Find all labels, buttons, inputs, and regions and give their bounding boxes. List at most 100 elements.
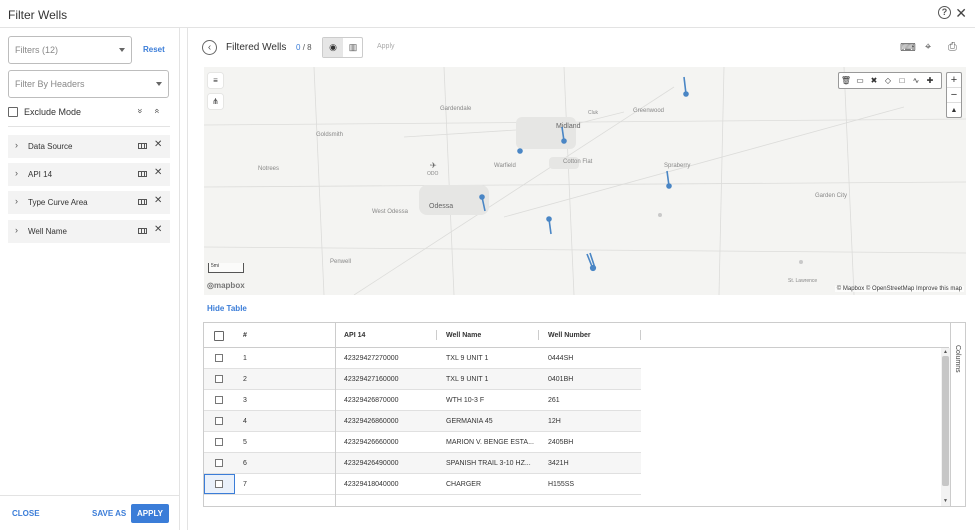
table-row[interactable]: 6 42329426490000 SPANISH TRAIL 3-10 HZ..… bbox=[204, 453, 641, 474]
table-row[interactable]: 3 42329426870000 WTH 10-3 F 261 bbox=[204, 390, 641, 411]
well-marker[interactable] bbox=[517, 148, 523, 154]
chart-icon[interactable]: ▥ bbox=[343, 38, 363, 57]
row-checkbox[interactable] bbox=[215, 438, 223, 446]
row-checkbox[interactable] bbox=[215, 480, 223, 488]
chevron-right-icon[interactable]: › bbox=[15, 196, 18, 206]
remove-icon[interactable]: ✕ bbox=[154, 195, 162, 206]
table-row[interactable]: 5 42329426660000 MARION V. BENGE ESTA...… bbox=[204, 432, 641, 453]
line-icon[interactable]: ∿ bbox=[909, 73, 923, 88]
close-button[interactable]: CLOSE bbox=[12, 509, 40, 518]
reset-button[interactable]: Reset bbox=[143, 45, 165, 54]
cell-well-name: CHARGER bbox=[446, 481, 482, 488]
rectangle-icon[interactable]: □ bbox=[895, 73, 909, 88]
save-as-button[interactable]: SAVE AS bbox=[92, 509, 126, 518]
scroll-down-icon[interactable]: ▼ bbox=[943, 498, 948, 504]
locate-icon[interactable]: ⌖ bbox=[925, 41, 931, 54]
cell-well-number: H155SS bbox=[548, 481, 575, 488]
map-place-label: Midland bbox=[556, 123, 581, 130]
column-resize-handle[interactable] bbox=[538, 330, 539, 340]
table-row[interactable]: 1 42329427270000 TXL 9 UNIT 1 0444SH bbox=[204, 348, 641, 369]
polygon-icon[interactable]: ◇ bbox=[881, 73, 895, 88]
map-place-label: Garden City bbox=[815, 193, 847, 199]
well-marker[interactable] bbox=[589, 264, 597, 272]
zoom-out-button[interactable]: − bbox=[947, 88, 961, 103]
scrollbar-thumb[interactable] bbox=[942, 356, 949, 486]
map-place-label: Warfield bbox=[494, 163, 516, 169]
well-marker[interactable] bbox=[561, 138, 567, 144]
row-checkbox[interactable] bbox=[215, 375, 223, 383]
delete-shape-icon[interactable]: ✖ bbox=[867, 73, 881, 88]
filter-item-label: API 14 bbox=[28, 170, 53, 179]
well-marker[interactable] bbox=[683, 91, 689, 97]
table-row[interactable]: 2 42329427160000 TXL 9 UNIT 1 0401BH bbox=[204, 369, 641, 390]
hide-table-button[interactable]: Hide Table bbox=[207, 304, 247, 313]
filters-select[interactable]: Filters (12) bbox=[8, 36, 132, 64]
globe-icon[interactable]: ◉ bbox=[323, 38, 343, 57]
help-icon[interactable]: ? bbox=[938, 6, 951, 19]
scroll-up-icon[interactable]: ▲ bbox=[943, 349, 948, 355]
frozen-column-divider bbox=[335, 323, 336, 506]
cell-number: 4 bbox=[243, 418, 247, 425]
exclude-mode-checkbox[interactable] bbox=[8, 106, 18, 117]
columns-icon[interactable] bbox=[138, 143, 147, 149]
remove-icon[interactable]: ✕ bbox=[154, 139, 162, 150]
chevron-right-icon[interactable]: › bbox=[15, 168, 18, 178]
filter-item-well-name[interactable]: › Well Name ✕ bbox=[8, 220, 170, 243]
column-resize-handle[interactable] bbox=[436, 330, 437, 340]
compass-icon[interactable]: ▲ bbox=[947, 103, 961, 118]
column-header-well-number[interactable]: Well Number bbox=[548, 332, 591, 339]
collapse-all-icon[interactable]: « bbox=[153, 108, 163, 113]
columns-panel-label[interactable]: Columns bbox=[954, 345, 961, 373]
layers-icon[interactable]: ≡ bbox=[208, 73, 223, 88]
select-all-checkbox[interactable] bbox=[214, 331, 224, 341]
zoom-in-button[interactable]: + bbox=[947, 73, 961, 88]
wells-map[interactable]: Gardendale Midland Greenwood Goldsmith N… bbox=[204, 67, 966, 295]
column-header-well-name[interactable]: Well Name bbox=[446, 332, 481, 339]
row-checkbox[interactable] bbox=[215, 459, 223, 467]
columns-icon[interactable] bbox=[138, 171, 147, 177]
chevron-right-icon[interactable]: › bbox=[15, 225, 18, 235]
filter-item-label: Data Source bbox=[28, 142, 73, 151]
map-attribution[interactable]: © Mapbox © OpenStreetMap Improve this ma… bbox=[834, 286, 964, 292]
map-place-label: Odessa bbox=[429, 203, 453, 210]
table-row[interactable]: 7 42329418040000 CHARGER H155SS bbox=[204, 474, 641, 495]
well-count: 0 / 8 bbox=[296, 43, 312, 52]
table-scrollbar[interactable]: ▲ ▼ bbox=[941, 348, 950, 506]
filter-by-headers-placeholder: Filter By Headers bbox=[15, 79, 85, 89]
column-header-api-14[interactable]: API 14 bbox=[344, 332, 365, 339]
save-shape-icon[interactable]: ▭ bbox=[853, 73, 867, 88]
filter-item-label: Type Curve Area bbox=[28, 198, 88, 207]
filter-item-type-curve-area[interactable]: › Type Curve Area ✕ bbox=[8, 191, 170, 214]
close-icon[interactable]: ✕ bbox=[955, 5, 967, 22]
keyboard-icon[interactable]: ⌨ bbox=[900, 41, 916, 54]
column-resize-handle[interactable] bbox=[640, 330, 641, 340]
chevron-down-icon bbox=[156, 82, 162, 86]
expand-all-icon[interactable]: » bbox=[136, 108, 146, 113]
row-checkbox[interactable] bbox=[215, 417, 223, 425]
trash-icon[interactable]: 🗑 bbox=[839, 73, 853, 88]
filter-item-api-14[interactable]: › API 14 ✕ bbox=[8, 163, 170, 186]
apply-button[interactable]: APPLY bbox=[131, 504, 169, 523]
map-place-label: West Odessa bbox=[372, 209, 409, 215]
columns-side-panel[interactable]: Columns bbox=[950, 323, 965, 506]
move-icon[interactable]: ✚ bbox=[923, 73, 937, 88]
column-header-number[interactable]: # bbox=[243, 332, 247, 339]
columns-icon[interactable] bbox=[138, 199, 147, 205]
row-checkbox[interactable] bbox=[215, 354, 223, 362]
remove-icon[interactable]: ✕ bbox=[154, 167, 162, 178]
toolbar-apply-button[interactable]: Apply bbox=[377, 43, 395, 50]
chevron-right-icon[interactable]: › bbox=[15, 140, 18, 150]
row-checkbox[interactable] bbox=[215, 396, 223, 404]
back-icon[interactable]: ‹ bbox=[202, 40, 217, 55]
table-row[interactable]: 4 42329426860000 GERMANIA 45 12H bbox=[204, 411, 641, 432]
filter-by-headers-select[interactable]: Filter By Headers bbox=[8, 70, 169, 98]
wells-icon[interactable]: ⋔ bbox=[208, 94, 223, 109]
well-marker[interactable] bbox=[546, 216, 552, 222]
remove-icon[interactable]: ✕ bbox=[154, 224, 162, 235]
columns-icon[interactable] bbox=[138, 228, 147, 234]
filter-item-data-source[interactable]: › Data Source ✕ bbox=[8, 135, 170, 158]
well-marker[interactable] bbox=[479, 194, 485, 200]
print-icon[interactable]: ⎙ bbox=[948, 41, 957, 54]
mapbox-logo[interactable]: ◎mapbox bbox=[207, 281, 245, 290]
well-marker[interactable] bbox=[666, 183, 672, 189]
